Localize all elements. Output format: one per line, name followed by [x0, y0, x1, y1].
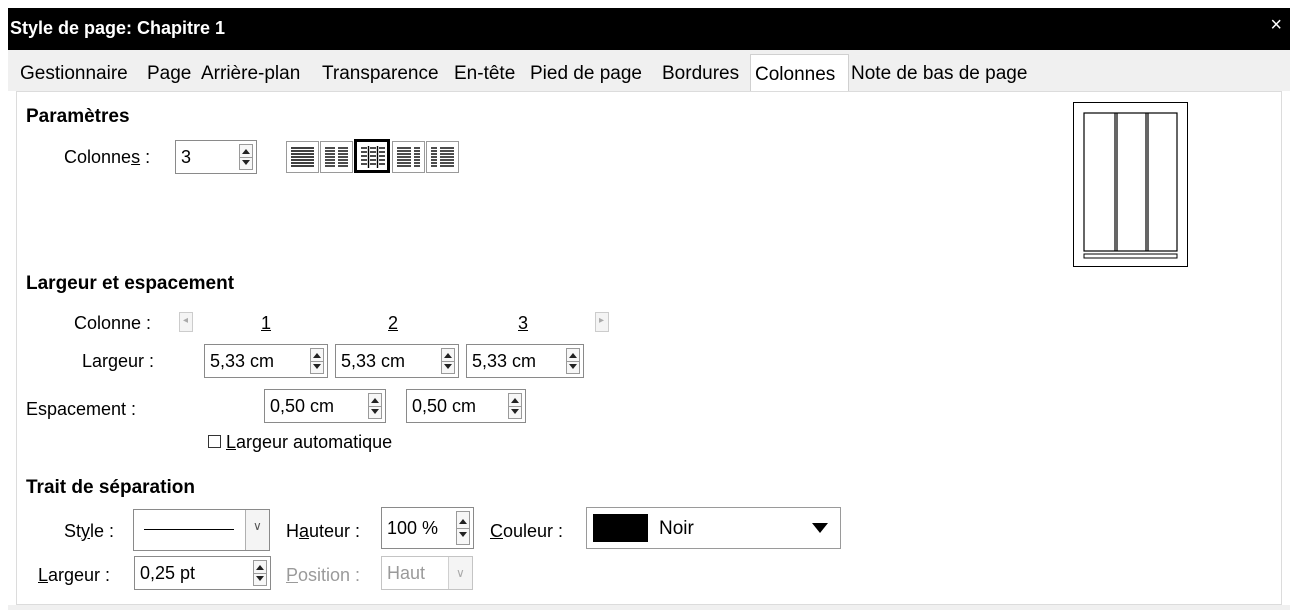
- espacement-label: Espacement :: [26, 399, 137, 419]
- tab-transparence[interactable]: Transparence: [322, 58, 439, 91]
- width-column-2[interactable]: 5,33 cm: [335, 344, 459, 378]
- line-width-spinbox[interactable]: 0,25 pt: [134, 556, 271, 590]
- auto-width-checkbox[interactable]: [208, 435, 221, 448]
- width-2-spin-buttons[interactable]: [441, 348, 455, 374]
- tab-bordures[interactable]: Bordures: [662, 58, 739, 91]
- arrow-left-icon: ◂: [183, 315, 189, 326]
- window-frame: [0, 0, 8, 610]
- width-3-spin-buttons[interactable]: [566, 348, 580, 374]
- position-label: Position :: [286, 565, 361, 585]
- layout-2-columns-left-wide-icon: [397, 147, 420, 167]
- tab-gestionnaire[interactable]: Gestionnaire: [20, 58, 128, 91]
- hauteur-label: Hauteur :: [286, 521, 361, 541]
- tab-arriere-plan[interactable]: Arrière-plan: [201, 58, 300, 91]
- layout-1-column-icon: [291, 147, 314, 167]
- column-number-3: 3: [518, 313, 529, 333]
- line-style-dropdown[interactable]: ∨: [133, 509, 270, 551]
- width-column-3[interactable]: 5,33 cm: [466, 344, 584, 378]
- couleur-label: Couleur :: [490, 521, 564, 541]
- spacing-1-spin-buttons[interactable]: [368, 393, 382, 419]
- tab-page[interactable]: Page: [147, 58, 191, 91]
- window-title: Style de page: Chapitre 1: [10, 18, 226, 38]
- layout-3-columns-button[interactable]: [354, 139, 390, 173]
- width-column-1[interactable]: 5,33 cm: [204, 344, 328, 378]
- layout-1-column-button[interactable]: [286, 141, 319, 173]
- line-width-label: Largeur :: [38, 565, 111, 585]
- colonne-label: Colonne :: [74, 313, 152, 333]
- tab-bar: Gestionnaire Page Arrière-plan Transpare…: [8, 50, 1290, 92]
- column-number-1: 1: [261, 313, 272, 333]
- spacing-2[interactable]: 0,50 cm: [406, 389, 526, 423]
- spacing-1[interactable]: 0,50 cm: [264, 389, 386, 423]
- column-preview: [1073, 102, 1188, 267]
- arrow-right-icon: ▸: [599, 315, 605, 326]
- column-number-2: 2: [388, 313, 399, 333]
- title-bar: Style de page: Chapitre 1 ×: [8, 8, 1290, 50]
- tab-pied-de-page[interactable]: Pied de page: [530, 58, 642, 91]
- chevron-down-icon: ∨: [253, 519, 262, 533]
- line-width-spin-buttons[interactable]: [253, 560, 267, 586]
- chevron-down-icon: ∨: [456, 566, 465, 580]
- style-label: Style :: [64, 521, 115, 541]
- hauteur-spin-buttons[interactable]: [456, 511, 470, 545]
- position-dropdown[interactable]: Haut ∨: [381, 556, 473, 590]
- parametres-heading: Paramètres: [26, 106, 130, 127]
- layout-2-columns-right-wide-button[interactable]: [426, 141, 459, 173]
- spacing-2-spin-buttons[interactable]: [508, 393, 522, 419]
- dialog-footer: [8, 605, 1290, 610]
- line-style-dropdown-button[interactable]: ∨: [245, 510, 269, 550]
- close-icon[interactable]: ×: [1270, 14, 1282, 37]
- column-preview-diagram: [1083, 112, 1178, 259]
- largeur-label: Largeur :: [82, 351, 155, 371]
- column-left-arrow[interactable]: ◂: [179, 312, 193, 332]
- trait-separation-heading: Trait de séparation: [26, 477, 195, 498]
- width-1-spin-buttons[interactable]: [310, 348, 324, 374]
- colonnes-label: Colonnes :: [64, 147, 151, 167]
- dropdown-arrow-icon: [812, 523, 828, 533]
- layout-3-columns-icon: [361, 146, 385, 168]
- color-dropdown[interactable]: Noir: [586, 507, 841, 549]
- tab-en-tete[interactable]: En-tête: [454, 58, 515, 91]
- column-right-arrow[interactable]: ▸: [595, 312, 609, 332]
- layout-2-columns-icon: [325, 147, 348, 167]
- hauteur-spinbox[interactable]: 100 %: [381, 507, 474, 549]
- tab-note-de-bas-de-page[interactable]: Note de bas de page: [851, 58, 1027, 91]
- colonnes-spinbox[interactable]: 3: [175, 140, 257, 174]
- auto-width-label[interactable]: Largeur automatique: [226, 432, 392, 453]
- position-dropdown-button[interactable]: ∨: [448, 557, 472, 589]
- largeur-espacement-heading: Largeur et espacement: [26, 273, 235, 294]
- layout-2-columns-button[interactable]: [320, 141, 353, 173]
- color-swatch: [593, 514, 648, 542]
- line-style-sample: [144, 529, 234, 530]
- layout-2-columns-right-wide-icon: [431, 147, 454, 167]
- colonnes-spin-buttons[interactable]: [239, 144, 253, 170]
- layout-2-columns-left-wide-button[interactable]: [392, 141, 425, 173]
- tab-colonnes[interactable]: Colonnes: [750, 54, 849, 92]
